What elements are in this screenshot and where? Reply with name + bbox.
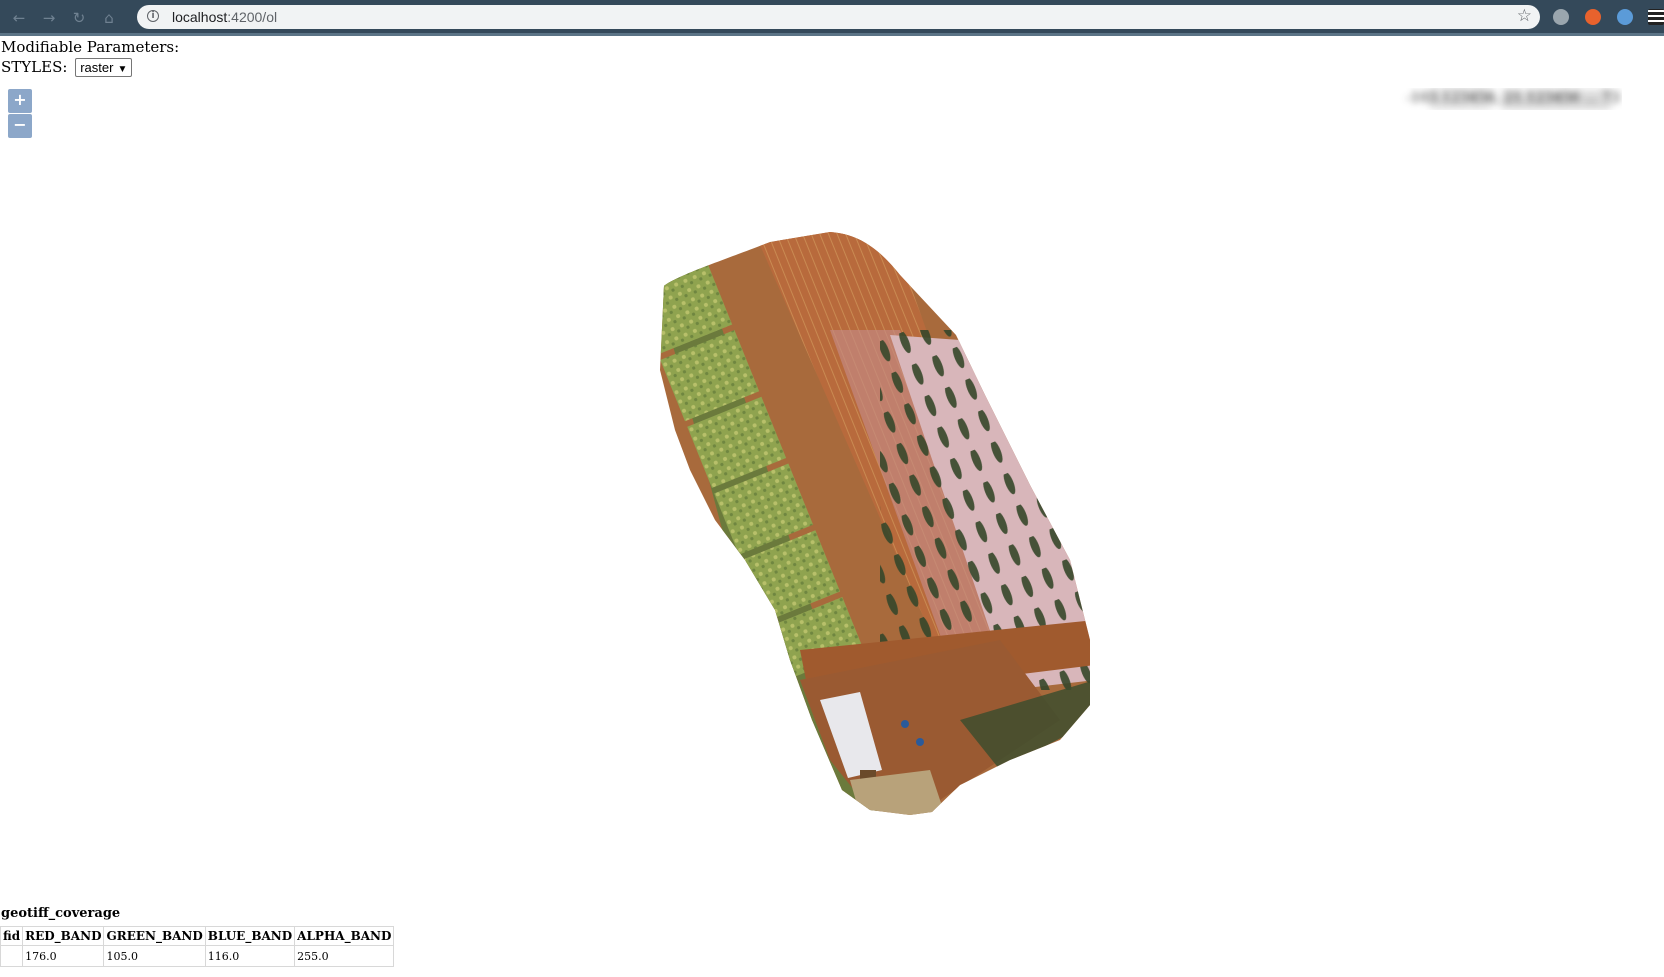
zoom-out-button[interactable]: − (8, 114, 32, 138)
table-cell: 255.0 (294, 945, 395, 967)
table-cell: 105.0 (103, 945, 206, 967)
table-cell: 116.0 (204, 945, 296, 967)
column-header: BLUE_BAND (204, 926, 296, 946)
blue-extension-icon[interactable] (1617, 9, 1633, 25)
chevron-down-icon: ▼ (117, 63, 128, 75)
column-header: GREEN_BAND (103, 926, 206, 946)
styles-selected-value: raster (80, 59, 114, 75)
table-row: 176.0 105.0 116.0 255.0 (0, 945, 395, 967)
zoom-control: + − (6, 86, 34, 141)
geotiff-raster (660, 232, 1090, 815)
reload-icon[interactable]: ↻ (70, 9, 88, 27)
styles-select[interactable]: raster ▼ (75, 57, 133, 77)
zoom-in-button[interactable]: + (8, 89, 32, 113)
styles-label: STYLES: (1, 58, 68, 76)
camera-extension-icon[interactable] (1553, 9, 1569, 25)
info-icon[interactable]: i (147, 10, 159, 22)
flag-extension-icon[interactable] (1648, 9, 1664, 25)
column-header: RED_BAND (22, 926, 105, 946)
home-icon[interactable]: ⌂ (100, 9, 118, 27)
address-bar[interactable]: i localhost:4200/ol ☆ (137, 5, 1540, 29)
url-text[interactable]: localhost:4200/ol (172, 9, 277, 25)
table-cell (0, 945, 24, 967)
table-header-row: fid RED_BAND GREEN_BAND BLUE_BAND ALPHA_… (0, 926, 395, 946)
mouse-position-readout: -103.123456, 21.123456 ... 73 (1328, 88, 1622, 110)
coordinate-text: -103.123456, 21.123456 ... 73 (1405, 90, 1620, 106)
column-header: fid (0, 926, 24, 946)
back-arrow-icon[interactable]: ← (10, 9, 28, 27)
feature-info-title: geotiff_coverage (1, 906, 121, 921)
browser-toolbar: ← → ↻ ⌂ i localhost:4200/ol ☆ (0, 0, 1664, 36)
styles-row: STYLES: raster ▼ (1, 57, 133, 77)
map-viewport[interactable]: + − -103.123456, 21.123456 ... 73 (0, 82, 1664, 902)
orange-extension-icon[interactable] (1585, 9, 1601, 25)
column-header: ALPHA_BAND (294, 926, 395, 946)
feature-info-table: fid RED_BAND GREEN_BAND BLUE_BAND ALPHA_… (0, 926, 395, 967)
forward-arrow-icon[interactable]: → (40, 9, 58, 27)
star-icon[interactable]: ☆ (1517, 6, 1532, 26)
params-heading: Modifiable Parameters: (1, 38, 180, 56)
table-cell: 176.0 (22, 945, 105, 967)
